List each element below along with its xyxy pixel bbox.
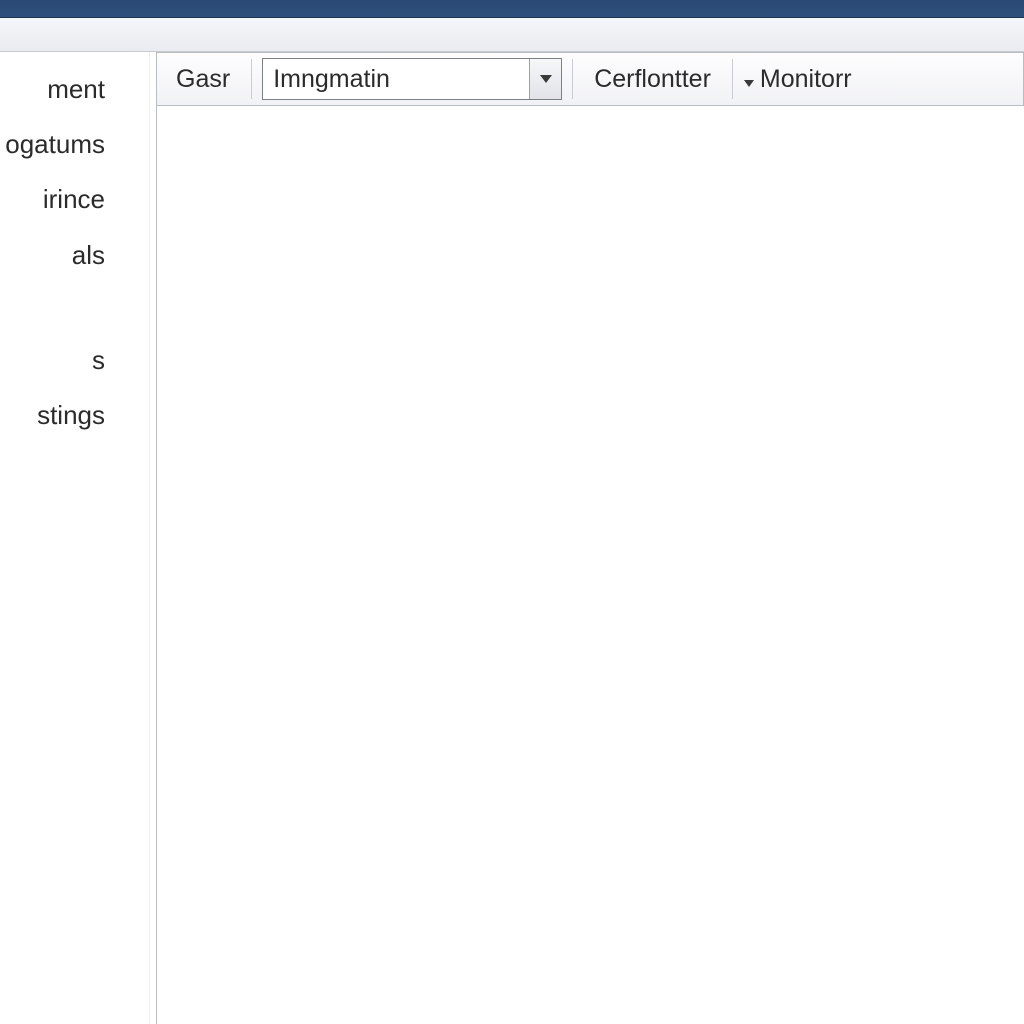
content-body — [156, 106, 1024, 1024]
monitorr-dropdown[interactable]: Monitorr — [739, 57, 863, 101]
window-titlebar — [0, 0, 1024, 18]
cerflontter-button-label: Cerflontter — [594, 65, 711, 94]
toolbar-separator-3 — [732, 59, 733, 99]
chevron-down-icon — [540, 75, 552, 83]
cerflontter-button[interactable]: Cerflontter — [579, 57, 726, 101]
sidebar-item-3[interactable]: als — [0, 228, 149, 283]
sidebar-item-2[interactable]: irince — [0, 172, 149, 227]
window-ribbon — [0, 18, 1024, 52]
monitorr-dropdown-label: Monitorr — [760, 65, 852, 94]
sidebar-item-4[interactable]: s — [0, 333, 149, 388]
sidebar-gap — [0, 283, 149, 333]
main-area: Gasr Imngmatin Cerflontter — [150, 52, 1024, 1024]
gasr-button-label: Gasr — [176, 65, 230, 94]
combo-box[interactable]: Imngmatin — [262, 58, 562, 100]
content-toolbar: Gasr Imngmatin Cerflontter — [156, 52, 1024, 106]
body-area: ment ogatums irince als s stings Gasr Im… — [0, 52, 1024, 1024]
chevron-down-icon — [744, 65, 754, 94]
toolbar-separator-2 — [572, 59, 573, 99]
toolbar-separator-1 — [251, 59, 252, 99]
gasr-button[interactable]: Gasr — [161, 57, 245, 101]
sidebar-item-0[interactable]: ment — [0, 62, 149, 117]
sidebar-item-5[interactable]: stings — [0, 388, 149, 443]
sidebar: ment ogatums irince als s stings — [0, 52, 150, 1024]
combo-box-dropdown-button[interactable] — [529, 59, 561, 99]
sidebar-item-1[interactable]: ogatums — [0, 117, 149, 172]
combo-box-value: Imngmatin — [263, 65, 529, 94]
